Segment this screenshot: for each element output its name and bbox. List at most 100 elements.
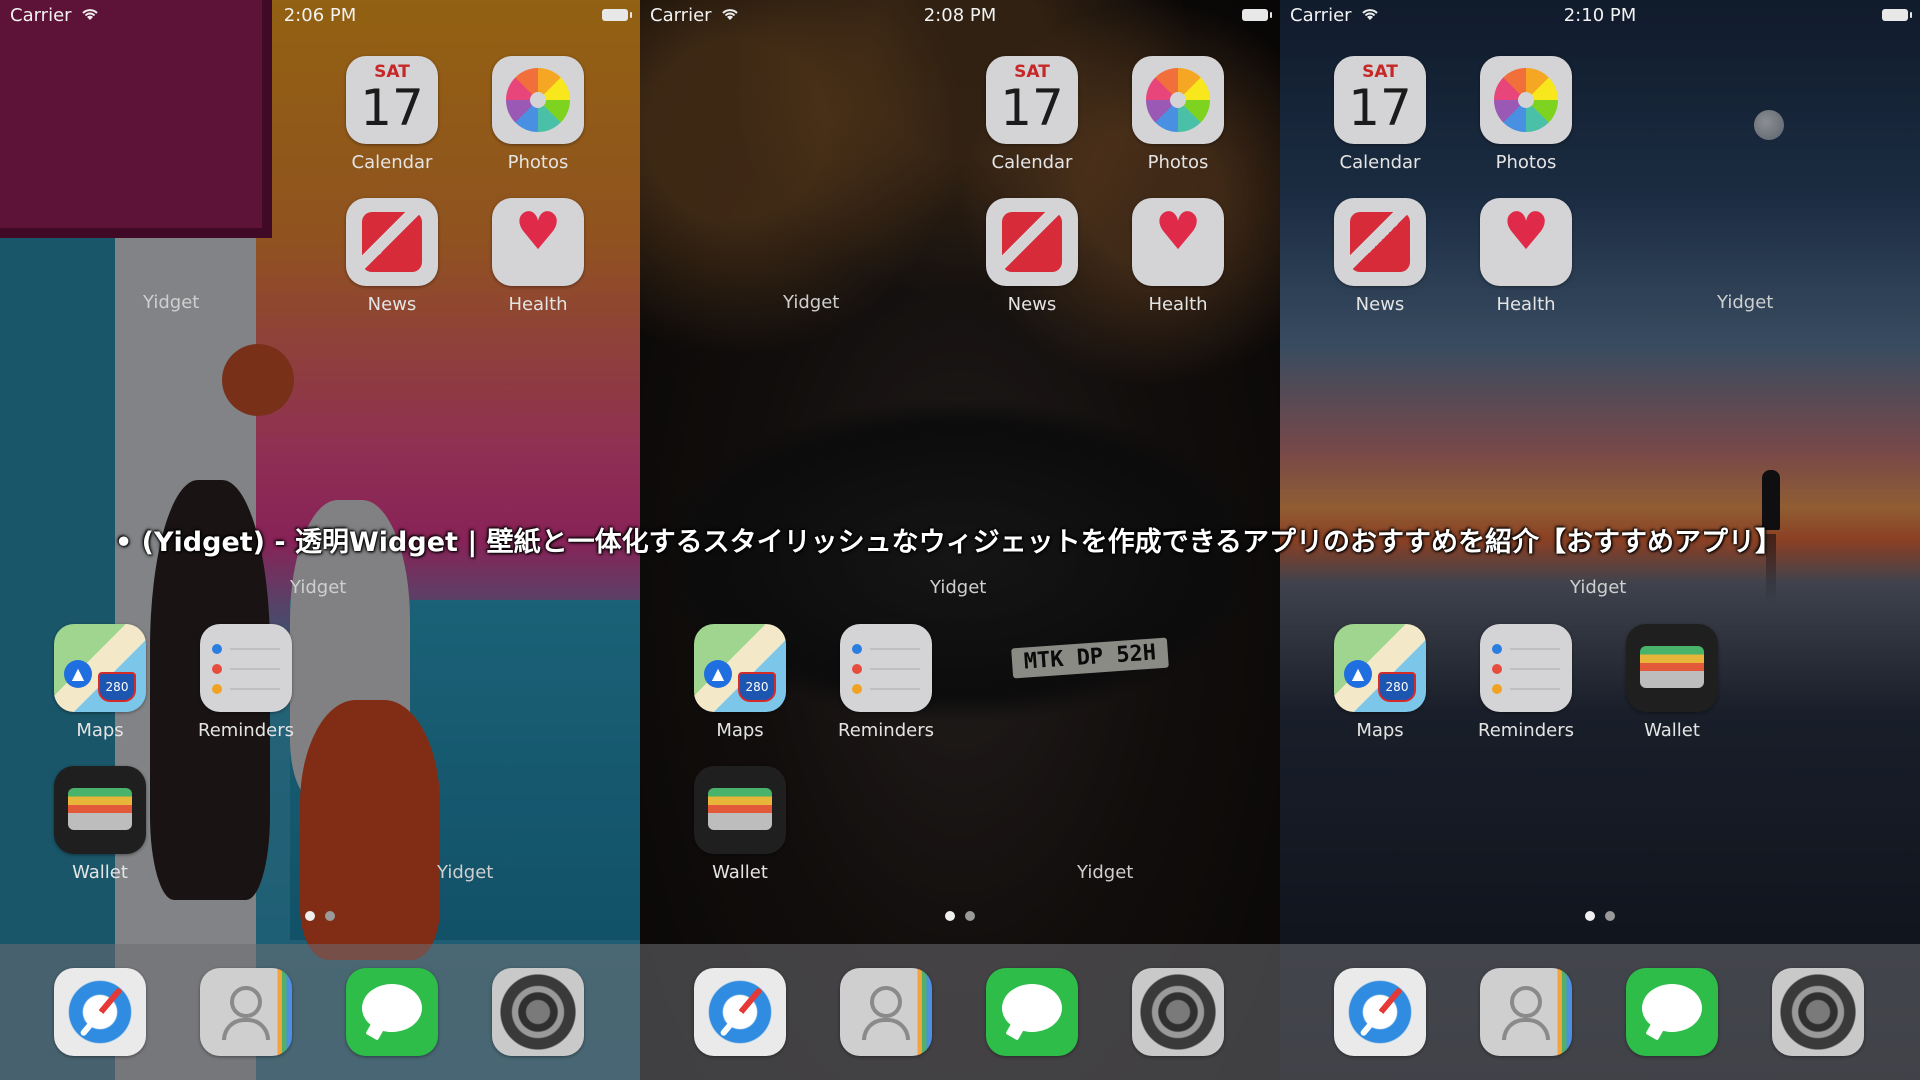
- app-messages[interactable]: [332, 968, 452, 1056]
- app-maps[interactable]: ▲ 280 Maps: [1320, 624, 1440, 741]
- app-health[interactable]: ♥ Health: [478, 198, 598, 315]
- yidget-widget-label[interactable]: Yidget: [1570, 577, 1626, 598]
- app-label: Calendar: [1339, 152, 1421, 173]
- app-health[interactable]: ♥ Health: [1118, 198, 1238, 315]
- news-icon: [346, 198, 438, 286]
- app-settings[interactable]: [1758, 968, 1878, 1056]
- app-contacts[interactable]: [826, 968, 946, 1056]
- app-calendar[interactable]: SAT 17 Calendar: [1320, 56, 1440, 173]
- app-reminders[interactable]: Reminders: [186, 624, 306, 741]
- highway-shield: 280: [98, 672, 136, 702]
- heart-icon: ♥: [514, 202, 562, 262]
- yidget-widget-label[interactable]: Yidget: [437, 862, 493, 883]
- heart-icon: ♥: [1502, 202, 1550, 262]
- health-icon: ♥: [492, 198, 584, 286]
- settings-gear-icon: [1772, 968, 1864, 1056]
- app-label: News: [1355, 294, 1405, 315]
- news-icon: [986, 198, 1078, 286]
- app-contacts[interactable]: [186, 968, 306, 1056]
- news-glyph-icon: [362, 212, 422, 272]
- clock: 2:06 PM: [283, 5, 357, 26]
- app-photos[interactable]: Photos: [478, 56, 598, 173]
- app-label: Maps: [716, 720, 764, 741]
- calendar-date: 17: [1000, 79, 1064, 137]
- app-label: News: [1007, 294, 1057, 315]
- app-settings[interactable]: [478, 968, 598, 1056]
- app-news[interactable]: News: [1320, 198, 1440, 315]
- app-calendar[interactable]: SAT 17 Calendar: [972, 56, 1092, 173]
- wallet-cards-icon: [708, 788, 772, 830]
- photos-icon: [492, 56, 584, 144]
- calendar-date: 17: [1348, 79, 1412, 137]
- status-bar: Carrier 2:10 PM: [1280, 0, 1920, 32]
- app-messages[interactable]: [972, 968, 1092, 1056]
- app-contacts[interactable]: [1466, 968, 1586, 1056]
- app-label: Maps: [76, 720, 124, 741]
- app-label: Wallet: [712, 862, 768, 883]
- status-bar: Carrier 2:06 PM: [0, 0, 640, 32]
- news-glyph-icon: [1350, 212, 1410, 272]
- maps-icon: ▲ 280: [694, 624, 786, 712]
- yidget-widget-label[interactable]: Yidget: [783, 292, 839, 313]
- contacts-person-icon: [1480, 968, 1572, 1056]
- page-dot: [305, 911, 315, 921]
- reminders-icon: [840, 624, 932, 712]
- maps-icon: ▲ 280: [1334, 624, 1426, 712]
- app-news[interactable]: News: [332, 198, 452, 315]
- wallet-icon: [1626, 624, 1718, 712]
- page-indicator[interactable]: [1280, 906, 1920, 925]
- app-label: Health: [508, 294, 568, 315]
- page-indicator[interactable]: [0, 906, 640, 925]
- safari-compass-icon: [54, 968, 146, 1056]
- app-maps[interactable]: ▲ 280 Maps: [40, 624, 160, 741]
- app-reminders[interactable]: Reminders: [826, 624, 946, 741]
- yidget-widget-label[interactable]: Yidget: [143, 292, 199, 313]
- messages-bubble-icon: [346, 968, 438, 1056]
- yidget-widget-label[interactable]: Yidget: [290, 577, 346, 598]
- page-indicator[interactable]: [640, 906, 1280, 925]
- app-label: Photos: [1495, 152, 1557, 173]
- app-wallet[interactable]: Wallet: [1612, 624, 1732, 741]
- app-reminders[interactable]: Reminders: [1466, 624, 1586, 741]
- calendar-icon: SAT 17: [1334, 56, 1426, 144]
- app-news[interactable]: News: [972, 198, 1092, 315]
- health-icon: ♥: [1480, 198, 1572, 286]
- health-icon: ♥: [1132, 198, 1224, 286]
- wallet-icon: [54, 766, 146, 854]
- app-maps[interactable]: ▲ 280 Maps: [680, 624, 800, 741]
- app-wallet[interactable]: Wallet: [680, 766, 800, 883]
- clock: 2:10 PM: [1563, 5, 1637, 26]
- maps-icon: ▲ 280: [54, 624, 146, 712]
- location-arrow-icon: ▲: [64, 660, 92, 688]
- location-arrow-icon: ▲: [704, 660, 732, 688]
- page-dot: [945, 911, 955, 921]
- app-wallet[interactable]: Wallet: [40, 766, 160, 883]
- highway-shield: 280: [1378, 672, 1416, 702]
- app-label: Health: [1496, 294, 1556, 315]
- app-settings[interactable]: [1118, 968, 1238, 1056]
- calendar-icon: SAT 17: [346, 56, 438, 144]
- app-safari[interactable]: [1320, 968, 1440, 1056]
- calendar-icon: SAT 17: [986, 56, 1078, 144]
- battery-icon: [602, 9, 632, 21]
- app-photos[interactable]: Photos: [1118, 56, 1238, 173]
- photos-flower-icon: [1146, 68, 1210, 132]
- yidget-widget-label[interactable]: Yidget: [1077, 862, 1133, 883]
- yidget-widget-label[interactable]: Yidget: [930, 577, 986, 598]
- photos-flower-icon: [506, 68, 570, 132]
- app-safari[interactable]: [40, 968, 160, 1056]
- settings-gear-icon: [492, 968, 584, 1056]
- dock: [1280, 944, 1920, 1080]
- app-photos[interactable]: Photos: [1466, 56, 1586, 173]
- app-health[interactable]: ♥ Health: [1466, 198, 1586, 315]
- battery-icon: [1882, 9, 1912, 21]
- app-calendar[interactable]: SAT 17 Calendar: [332, 56, 452, 173]
- highway-shield: 280: [738, 672, 776, 702]
- app-label: News: [367, 294, 417, 315]
- app-safari[interactable]: [680, 968, 800, 1056]
- app-messages[interactable]: [1612, 968, 1732, 1056]
- wallet-cards-icon: [68, 788, 132, 830]
- app-label: Photos: [1147, 152, 1209, 173]
- yidget-widget-label[interactable]: Yidget: [1717, 292, 1773, 313]
- article-caption: • (Yidget) - 透明Widget | 壁紙と一体化するスタイリッシュな…: [115, 527, 1783, 558]
